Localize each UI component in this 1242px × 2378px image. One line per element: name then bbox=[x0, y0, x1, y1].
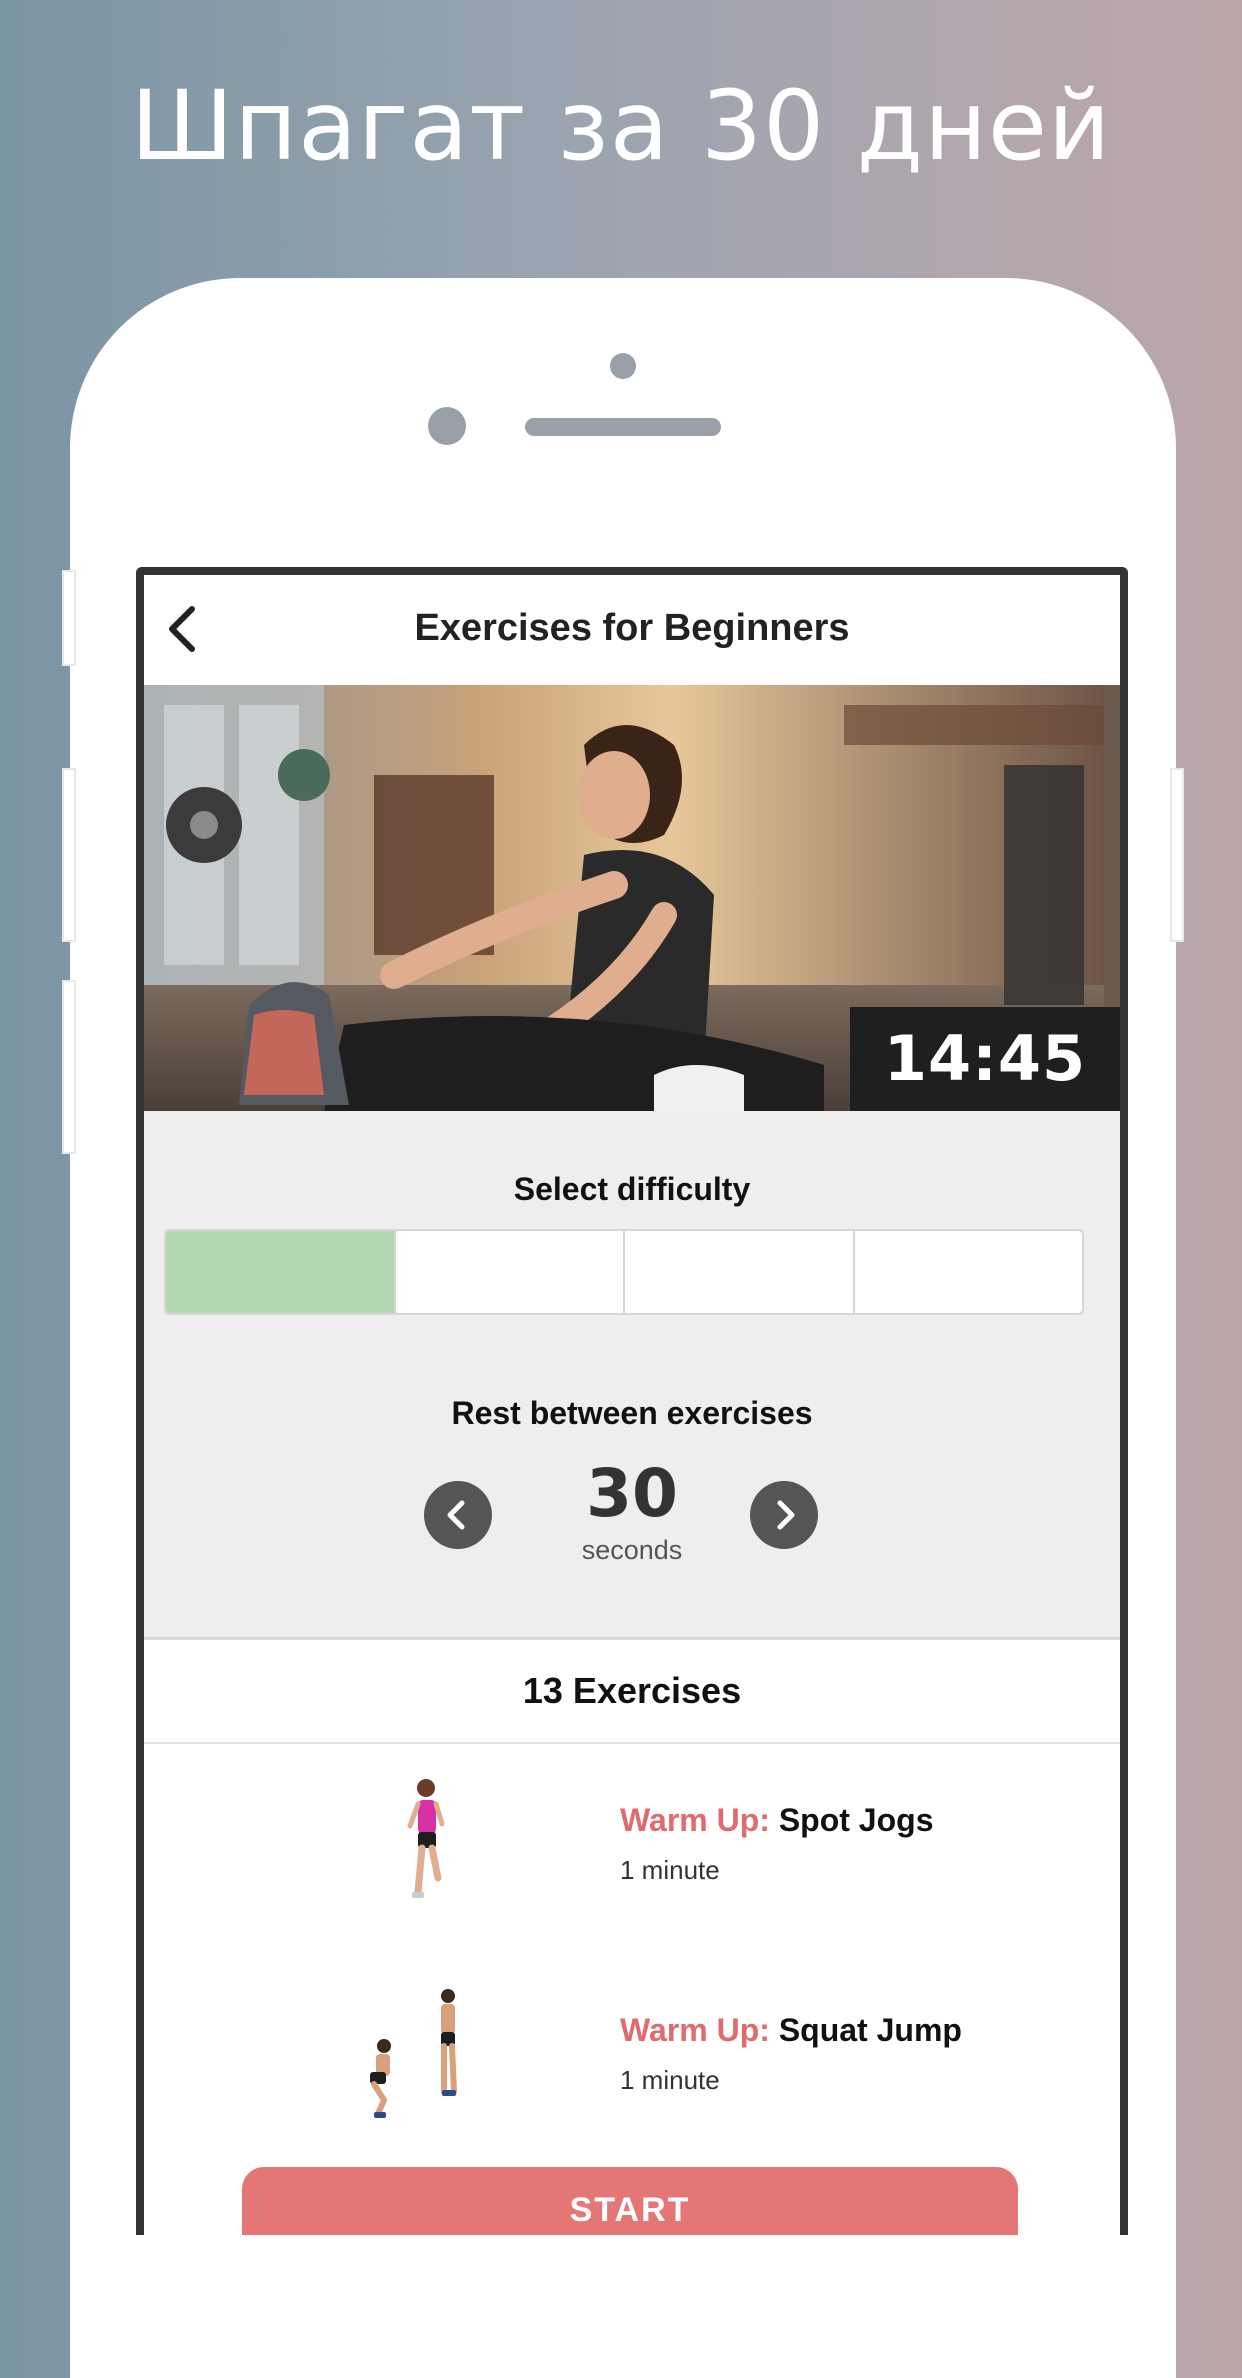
difficulty-level-3[interactable] bbox=[623, 1231, 853, 1313]
phone-volume-up bbox=[62, 768, 76, 942]
exercise-count: 13 Exercises bbox=[144, 1640, 1120, 1744]
difficulty-label: Select difficulty bbox=[513, 1171, 751, 1207]
settings-panel: Select difficulty Rest between exercises… bbox=[144, 1111, 1120, 1640]
exercise-tag: Warm Up: bbox=[620, 1802, 770, 1838]
phone-volume-down bbox=[62, 980, 76, 1154]
difficulty-level-1[interactable] bbox=[166, 1231, 394, 1313]
page-title: Exercises for Beginners bbox=[414, 607, 850, 649]
difficulty-level-2[interactable] bbox=[393, 1231, 624, 1313]
workout-duration-badge: 14:45 bbox=[850, 1007, 1120, 1111]
exercise-title: Squat Jump bbox=[778, 2012, 962, 2048]
headline: Шпагат за 30 дней bbox=[130, 70, 1112, 182]
exercise-duration: 1 minute bbox=[620, 1855, 720, 1885]
exercise-name: Warm Up: Squat Jump bbox=[620, 2012, 962, 2049]
exercise-text: Warm Up: Squat Jump 1 minute bbox=[620, 2012, 962, 2096]
chevron-right-icon bbox=[777, 1500, 795, 1530]
phone-camera bbox=[428, 407, 466, 445]
rest-label: Rest between exercises bbox=[451, 1395, 813, 1431]
phone-sensor bbox=[610, 353, 636, 379]
jogging-figure-image bbox=[407, 1779, 445, 1898]
exercise-name: Warm Up: Spot Jogs bbox=[620, 1802, 933, 1839]
exercise-text: Warm Up: Spot Jogs 1 minute bbox=[620, 1802, 933, 1886]
nav-bar: Exercises for Beginners bbox=[144, 575, 1120, 685]
difficulty-selector bbox=[164, 1229, 1084, 1315]
phone-mute-switch bbox=[62, 570, 76, 666]
exercise-tag: Warm Up: bbox=[620, 2012, 770, 2048]
exercise-item[interactable]: Warm Up: Squat Jump 1 minute bbox=[144, 1954, 1120, 2164]
exercise-item[interactable]: Warm Up: Spot Jogs 1 minute bbox=[144, 1744, 1120, 1954]
phone-power-button bbox=[1170, 768, 1184, 942]
rest-increase-button[interactable] bbox=[750, 1481, 818, 1549]
rest-unit: seconds bbox=[581, 1535, 683, 1565]
start-button[interactable]: START bbox=[242, 2167, 1018, 2235]
rest-value: 30 bbox=[586, 1455, 678, 1532]
hero-image: 14:45 bbox=[144, 685, 1120, 1111]
phone-speaker bbox=[525, 418, 721, 436]
exercise-title: Spot Jogs bbox=[778, 1802, 934, 1838]
squat-jump-figure-image bbox=[370, 1989, 457, 2118]
exercise-duration: 1 minute bbox=[620, 2065, 720, 2095]
difficulty-level-4[interactable] bbox=[852, 1231, 1083, 1313]
app-screen: Exercises for Beginners 14:45 Select dif… bbox=[136, 567, 1128, 2235]
